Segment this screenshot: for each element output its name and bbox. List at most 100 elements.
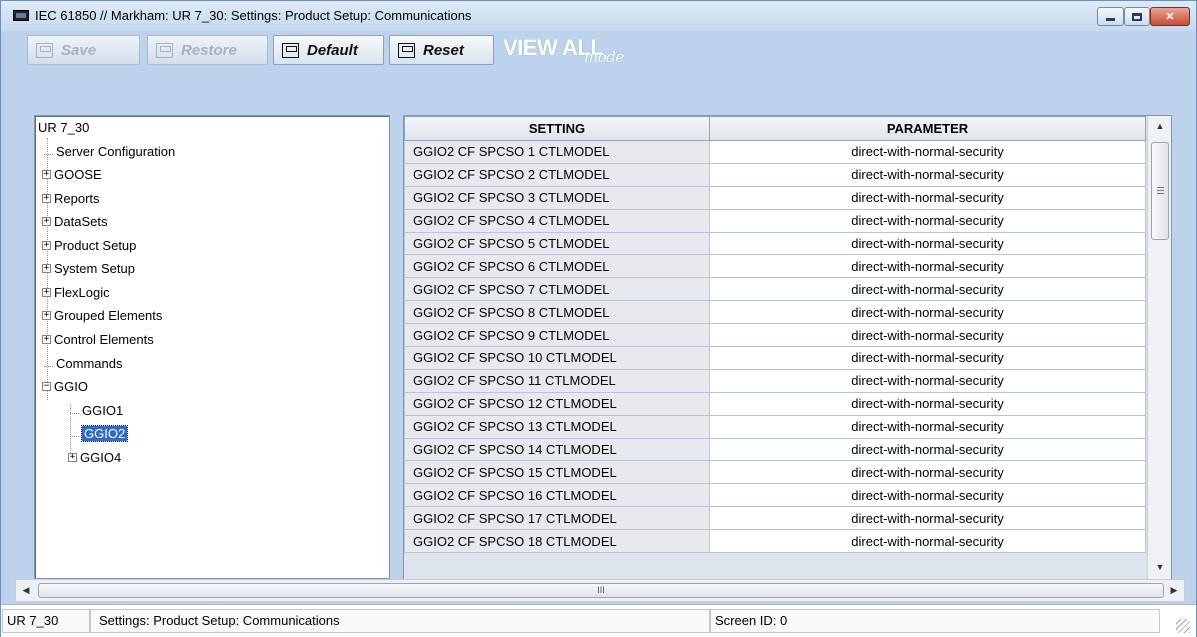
vertical-scrollbar[interactable]: ▲ ▼ <box>1147 116 1171 579</box>
table-row[interactable]: GGIO2 CF SPCSO 17 CTLMODEL direct-with-no… <box>404 506 1146 531</box>
save-button[interactable]: Save <box>27 35 140 65</box>
tree-item-datasets[interactable]: + DataSets <box>42 214 107 229</box>
parameter-cell[interactable]: direct-with-normal-security <box>709 323 1146 348</box>
restore-button[interactable]: Restore <box>147 35 268 65</box>
save-label: Save <box>61 41 97 59</box>
tree-item-grouped-elements[interactable]: + Grouped Elements <box>42 308 162 323</box>
tree-item-label: Server Configuration <box>56 144 176 159</box>
expand-icon[interactable]: + <box>42 264 51 273</box>
setting-cell: GGIO2 CF SPCSO 10 CTLMODEL <box>404 346 710 370</box>
tree-item-label: System Setup <box>54 261 135 276</box>
tree-item-control-elements[interactable]: + Control Elements <box>42 332 154 347</box>
restore-icon <box>156 42 173 58</box>
column-header-parameter[interactable]: PARAMETER <box>709 116 1146 141</box>
minimize-button[interactable] <box>1097 7 1124 26</box>
parameter-cell[interactable]: direct-with-normal-security <box>709 437 1146 462</box>
tree-item-label: Control Elements <box>54 332 154 347</box>
tree-item-ggio4[interactable]: + GGIO4 <box>68 450 121 465</box>
expand-icon[interactable]: + <box>42 170 51 179</box>
scroll-left-icon[interactable]: ◀ <box>16 580 36 601</box>
table-row[interactable]: GGIO2 CF SPCSO 10 CTLMODEL direct-with-no… <box>404 346 1146 370</box>
expand-icon[interactable]: + <box>42 311 51 320</box>
table-row[interactable]: GGIO2 CF SPCSO 13 CTLMODEL direct-with-no… <box>404 414 1146 439</box>
parameter-cell[interactable]: direct-with-normal-security <box>709 391 1146 416</box>
parameter-cell[interactable]: direct-with-normal-security <box>709 140 1146 164</box>
close-icon: ✕ <box>1165 11 1175 23</box>
window-title: IEC 61850 // Markham: UR 7_30: Settings:… <box>35 8 472 23</box>
tree-item-ggio1[interactable]: GGIO1 <box>70 403 123 418</box>
view-all-mode-button[interactable]: VIEW ALL mode <box>503 35 624 67</box>
resize-grip-icon[interactable] <box>1176 619 1190 633</box>
table-row[interactable]: GGIO2 CF SPCSO 1 CTLMODEL direct-with-nor… <box>404 140 1146 164</box>
parameter-cell[interactable]: direct-with-normal-security <box>709 254 1146 279</box>
close-button[interactable]: ✕ <box>1150 7 1190 26</box>
column-header-setting[interactable]: SETTING <box>404 116 710 141</box>
scroll-right-icon[interactable]: ▶ <box>1164 580 1184 601</box>
collapse-icon[interactable]: − <box>42 382 51 391</box>
table-row[interactable]: GGIO2 CF SPCSO 18 CTLMODEL direct-with-no… <box>404 529 1146 554</box>
tree-item-ggio[interactable]: − GGIO <box>42 379 88 394</box>
table-row[interactable]: GGIO2 CF SPCSO 7 CTLMODEL direct-with-nor… <box>404 277 1146 302</box>
tree-item-product-setup[interactable]: + Product Setup <box>42 238 136 253</box>
setting-cell: GGIO2 CF SPCSO 8 CTLMODEL <box>404 300 710 325</box>
parameter-cell[interactable]: direct-with-normal-security <box>709 529 1146 554</box>
table-row[interactable]: GGIO2 CF SPCSO 6 CTLMODEL direct-with-nor… <box>404 254 1146 279</box>
tree-item-server-configuration[interactable]: Server Configuration <box>44 144 175 159</box>
parameter-cell[interactable]: direct-with-normal-security <box>709 208 1146 233</box>
reset-icon <box>398 42 415 58</box>
expand-icon[interactable]: + <box>42 288 51 297</box>
setting-cell: GGIO2 CF SPCSO 5 CTLMODEL <box>404 231 710 256</box>
tree-root[interactable]: UR 7_30 <box>38 120 89 135</box>
scroll-thumb[interactable] <box>1151 142 1169 240</box>
status-bar: UR 7_30 Settings: Product Setup: Communi… <box>1 604 1196 637</box>
horizontal-scrollbar[interactable]: ◀ III ▶ <box>15 579 1185 602</box>
table-row[interactable]: GGIO2 CF SPCSO 4 CTLMODEL direct-with-nor… <box>404 208 1146 233</box>
tree-item-ggio2[interactable]: GGIO2 <box>70 425 129 442</box>
parameter-cell[interactable]: direct-with-normal-security <box>709 162 1146 187</box>
scroll-down-icon[interactable]: ▼ <box>1148 557 1171 577</box>
parameter-cell[interactable]: direct-with-normal-security <box>709 460 1146 485</box>
reset-label: Reset <box>423 41 464 59</box>
tree-item-reports[interactable]: + Reports <box>42 191 100 206</box>
table-row[interactable]: GGIO2 CF SPCSO 9 CTLMODEL direct-with-nor… <box>404 323 1146 348</box>
reset-button[interactable]: Reset <box>389 35 494 65</box>
tree-item-flexlogic[interactable]: + FlexLogic <box>42 285 110 300</box>
hscroll-thumb[interactable]: III <box>38 583 1164 598</box>
expand-icon[interactable]: + <box>42 241 51 250</box>
table-row[interactable]: GGIO2 CF SPCSO 2 CTLMODEL direct-with-nor… <box>404 162 1146 187</box>
setting-cell: GGIO2 CF SPCSO 3 CTLMODEL <box>404 185 710 210</box>
expand-icon[interactable]: + <box>68 453 77 462</box>
tree-item-label: GGIO <box>54 379 88 394</box>
table-row[interactable]: GGIO2 CF SPCSO 11 CTLMODEL direct-with-no… <box>404 368 1146 393</box>
tree-item-commands[interactable]: Commands <box>44 356 122 371</box>
expand-icon[interactable]: + <box>42 335 51 344</box>
tree-item-label: GGIO2 <box>80 425 129 442</box>
table-row[interactable]: GGIO2 CF SPCSO 8 CTLMODEL direct-with-nor… <box>404 300 1146 325</box>
parameter-cell[interactable]: direct-with-normal-security <box>709 185 1146 210</box>
tree-item-system-setup[interactable]: + System Setup <box>42 261 135 276</box>
default-button[interactable]: Default <box>273 35 384 65</box>
parameter-cell[interactable]: direct-with-normal-security <box>709 506 1146 531</box>
scroll-up-icon[interactable]: ▲ <box>1148 116 1171 136</box>
maximize-button[interactable] <box>1124 7 1150 26</box>
expand-icon[interactable]: + <box>42 217 51 226</box>
table-row[interactable]: GGIO2 CF SPCSO 12 CTLMODEL direct-with-no… <box>404 391 1146 416</box>
parameter-cell[interactable]: direct-with-normal-security <box>709 346 1146 370</box>
table-row[interactable]: GGIO2 CF SPCSO 5 CTLMODEL direct-with-nor… <box>404 231 1146 256</box>
parameter-cell[interactable]: direct-with-normal-security <box>709 368 1146 393</box>
table-row[interactable]: GGIO2 CF SPCSO 3 CTLMODEL direct-with-nor… <box>404 185 1146 210</box>
setting-cell: GGIO2 CF SPCSO 12 CTLMODEL <box>404 391 710 416</box>
tree-item-goose[interactable]: + GOOSE <box>42 167 102 182</box>
title-bar[interactable]: IEC 61850 // Markham: UR 7_30: Settings:… <box>1 1 1196 31</box>
table-row[interactable]: GGIO2 CF SPCSO 16 CTLMODEL direct-with-no… <box>404 483 1146 508</box>
parameter-cell[interactable]: direct-with-normal-security <box>709 414 1146 439</box>
parameter-cell[interactable]: direct-with-normal-security <box>709 300 1146 325</box>
parameter-cell[interactable]: direct-with-normal-security <box>709 231 1146 256</box>
tree-item-label: Reports <box>54 191 100 206</box>
table-row[interactable]: GGIO2 CF SPCSO 15 CTLMODEL direct-with-no… <box>404 460 1146 485</box>
parameter-cell[interactable]: direct-with-normal-security <box>709 483 1146 508</box>
setting-cell: GGIO2 CF SPCSO 9 CTLMODEL <box>404 323 710 348</box>
parameter-cell[interactable]: direct-with-normal-security <box>709 277 1146 302</box>
table-row[interactable]: GGIO2 CF SPCSO 14 CTLMODEL direct-with-no… <box>404 437 1146 462</box>
expand-icon[interactable]: + <box>42 194 51 203</box>
